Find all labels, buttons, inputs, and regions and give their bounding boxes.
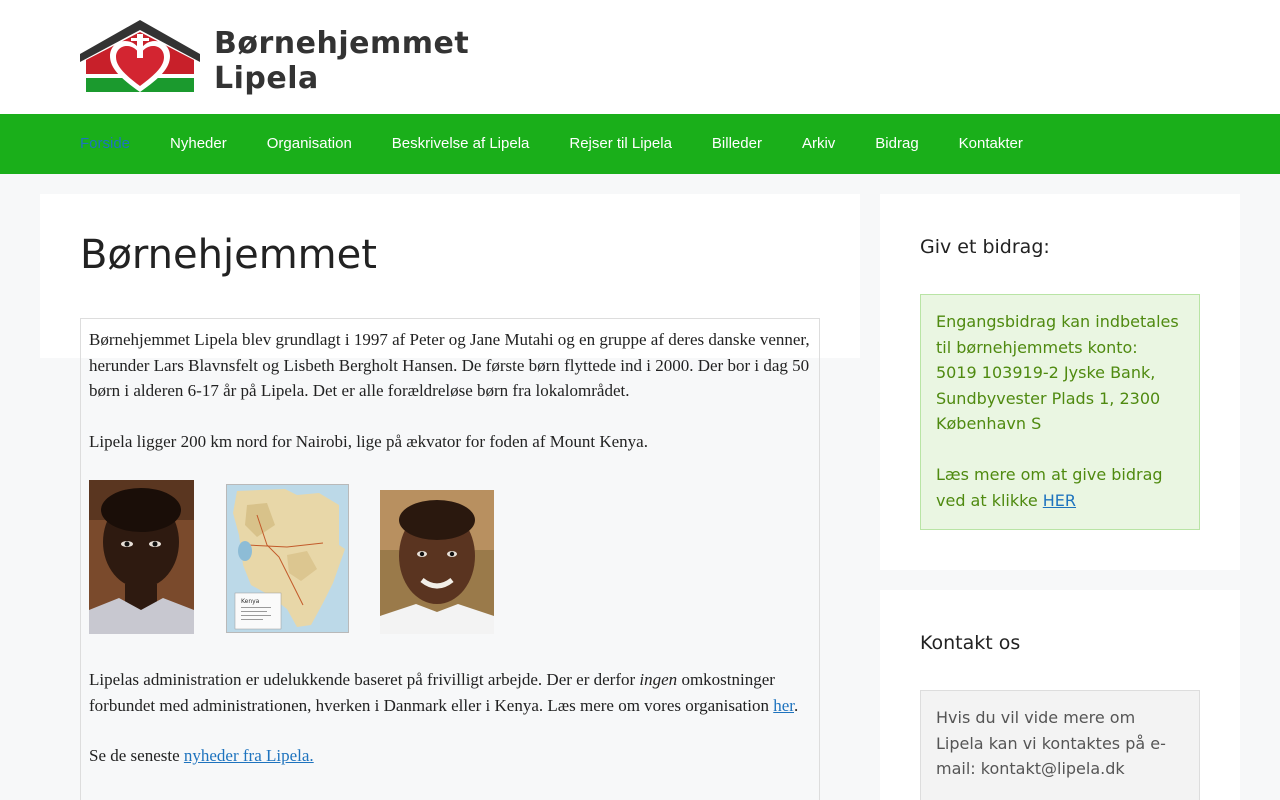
news-paragraph: Se de seneste nyheder fra Lipela. (89, 746, 314, 765)
contact-widget-title: Kontakt os (920, 632, 1021, 654)
contact-info-box: Hvis du vil vide mere om Lipela kan vi k… (920, 690, 1200, 800)
news-link[interactable]: nyheder fra Lipela. (184, 746, 314, 765)
administration-paragraph: Lipelas administration er udelukkende ba… (89, 670, 799, 715)
kenya-map-image: Kenya (226, 484, 349, 633)
donate-info-box: Engangsbidrag kan indbetales til børnehj… (920, 294, 1200, 530)
page-title: Børnehjemmet (80, 232, 377, 278)
map-label: Kenya (241, 598, 260, 605)
emphasis-ingen: ingen (639, 670, 678, 689)
house-heart-logo-icon (80, 20, 200, 92)
intro-paragraph: Børnehjemmet Lipela blev grundlagt i 199… (89, 330, 810, 400)
nav-item-billeder[interactable]: Billeder (692, 114, 782, 174)
contact-text: Hvis du vil vide mere om Lipela kan vi k… (936, 708, 1166, 778)
nav-item-nyheder[interactable]: Nyheder (150, 114, 247, 174)
nav-item-kontakter[interactable]: Kontakter (939, 114, 1043, 174)
read-more-text: Læs mere om at give bidrag ved at klikke… (936, 465, 1163, 510)
donate-widget: Giv et bidrag: Engangsbidrag kan indbeta… (880, 194, 1240, 570)
organisation-link[interactable]: her (773, 696, 794, 715)
donate-intro-text: Engangsbidrag kan indbetales til børnehj… (936, 312, 1179, 357)
child-photo-2 (380, 490, 494, 634)
donate-more-link[interactable]: HER (1043, 491, 1076, 510)
location-paragraph: Lipela ligger 200 km nord for Nairobi, l… (89, 432, 648, 451)
bank-account-text: 5019 103919-2 Jyske Bank, Sundbyvester P… (936, 363, 1161, 433)
contact-widget: Kontakt os Hvis du vil vide mere om Lipe… (880, 590, 1240, 800)
nav-item-rejser[interactable]: Rejser til Lipela (549, 114, 692, 174)
donate-widget-title: Giv et bidrag: (920, 236, 1050, 258)
site-header: Børnehjemmet Lipela (0, 0, 1280, 114)
nav-item-bidrag[interactable]: Bidrag (855, 114, 938, 174)
site-logo[interactable]: Børnehjemmet Lipela (80, 20, 525, 96)
site-title[interactable]: Børnehjemmet Lipela (214, 26, 525, 96)
nav-item-organisation[interactable]: Organisation (247, 114, 372, 174)
main-nav: Forside Nyheder Organisation Beskrivelse… (0, 114, 1280, 174)
nav-item-forside[interactable]: Forside (60, 114, 150, 174)
child-photo-1 (89, 480, 194, 634)
entry-content: Børnehjemmet Lipela blev grundlagt i 199… (80, 318, 820, 800)
nav-item-arkiv[interactable]: Arkiv (782, 114, 855, 174)
nav-item-beskrivelse[interactable]: Beskrivelse af Lipela (372, 114, 550, 174)
